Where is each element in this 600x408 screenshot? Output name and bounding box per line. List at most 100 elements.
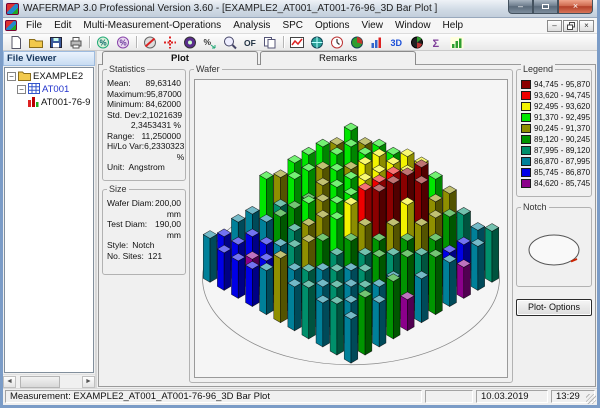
wafer-exclude-icon [144,36,156,48]
menu-window[interactable]: Window [389,19,437,32]
clock-icon [331,36,343,48]
bar-chart-button[interactable] [447,34,467,50]
legend-swatch [521,80,531,89]
wafer-grid-icon [28,82,40,97]
wafer-bar [329,295,345,356]
surface-pie-button[interactable] [407,34,427,50]
main-panel: Plot Remarks Statistics Mean: 89,63140 Max… [97,51,597,388]
legend-swatch [521,168,531,177]
status-bar: Measurement: EXAMPLE2_AT001_AT001-76-96_… [3,388,597,405]
expander-minus-icon[interactable]: − [17,85,26,94]
horizontal-scrollbar[interactable]: ◄ ► [3,374,95,388]
scroll-left-icon[interactable]: ◄ [3,375,16,388]
tab-remarks[interactable]: Remarks [260,51,416,65]
print-icon [70,36,82,48]
menu-multi-measurement-operations[interactable]: Multi-Measurement-Operations [77,19,227,32]
copy-button[interactable] [260,34,280,50]
wafer-percent-green-button[interactable]: % [93,34,113,50]
legend-row: 90,245 - 91,370 [521,123,591,134]
filled-wafer-button[interactable] [180,34,200,50]
maximize-button[interactable] [533,0,558,14]
legend-swatch [521,179,531,188]
open-folder-button[interactable] [26,34,46,50]
row-value: 200,00 mm [155,198,181,219]
wafer-map-icon [311,36,323,48]
of-label-button[interactable]: OF [240,34,260,50]
row-label: Std. Dev: [107,109,142,120]
legend-range-label: 86,870 - 87,995 [534,157,591,166]
percent-arrow-icon: % [204,37,216,48]
application-window: WAFERMAP 3.0 Professional Version 3.60 -… [0,0,600,408]
menu-help[interactable]: Help [437,19,470,32]
wafer-percent-green-icon: % [97,36,109,48]
wafer-bar [470,238,486,291]
legend-row: 87,995 - 89,120 [521,145,590,156]
legend-swatch [521,146,531,155]
toolbar: %%% OF 3D Σ [3,34,597,51]
wafer-3d-plot [202,122,500,366]
expander-minus-icon[interactable]: − [7,72,16,81]
menu-options[interactable]: Options [309,19,355,32]
three-d-plot-button[interactable]: 3D [387,34,407,50]
legend-row: 94,745 - 95,870 [521,79,590,90]
tree-node-at001-76-9[interactable]: AT001-76-9 [7,96,93,109]
statistics-groupbox: Statistics Mean: 89,63140 Maximum: 95,87000… [102,64,186,181]
tree-node-example2[interactable]: − EXAMPLE2 [7,70,93,83]
menu-analysis[interactable]: Analysis [227,19,276,32]
save-file-icon [50,36,62,48]
clock-button[interactable] [327,34,347,50]
size-groupbox: Size Wafer Diam: 200,00 mm Test Diam: 190,0… [102,184,186,275]
mdi-restore-button[interactable] [563,19,578,32]
filled-wafer-icon [184,36,196,48]
percent-arrow-button[interactable]: % [200,34,220,50]
scroll-right-icon[interactable]: ► [82,375,95,388]
menu-file[interactable]: File [20,19,48,32]
mdi-window-controls: – × [547,19,595,32]
row-label: Style: [107,240,129,250]
print-button[interactable] [66,34,86,50]
plot-options-button[interactable]: Plot- Options [516,299,592,316]
wafer-percent-purple-button[interactable]: % [113,34,133,50]
notch-diagram [528,234,580,265]
bar-chart-icon [450,36,464,48]
close-button[interactable]: × [558,0,593,14]
legend-swatch [521,135,531,144]
svg-text:3D: 3D [391,38,403,48]
wafer-exclude-button[interactable] [140,34,160,50]
menu-edit[interactable]: Edit [48,19,77,32]
menu-view[interactable]: View [355,19,389,32]
legend-range-label: 90,245 - 91,370 [534,124,591,133]
status-measurement: Measurement: EXAMPLE2_AT001_AT001-76-96_… [5,390,422,403]
crosshair-button[interactable] [160,34,180,50]
measurement-icon [27,96,39,110]
menu-spc[interactable]: SPC [276,19,309,32]
tree-node-label: AT001 [42,84,70,95]
minimize-button[interactable]: – [508,0,533,14]
zoom-wafer-button[interactable] [220,34,240,50]
wafer-groupbox: Wafer [189,64,513,383]
histogram-button[interactable] [367,34,387,50]
legend-row: 93,620 - 94,745 [521,90,590,101]
trend-chart-button[interactable] [287,34,307,50]
svg-text:Σ: Σ [433,38,440,50]
sigma-stats-button[interactable]: Σ [427,34,447,50]
mdi-close-button[interactable]: × [579,19,594,32]
legend-swatch [521,124,531,133]
legend-range-label: 84,620 - 85,745 [534,179,591,188]
wafer-map-button[interactable] [307,34,327,50]
legend-swatch [521,91,531,100]
row-label: Range: [107,130,135,141]
data-row: Test Diam: 190,00 mm [107,219,181,240]
scrollbar-thumb[interactable] [20,375,60,388]
toolbar-separator [136,36,137,48]
new-document-button[interactable] [6,34,26,50]
toolbar-separator [283,36,284,48]
pie-chart-button[interactable] [347,34,367,50]
tab-plot[interactable]: Plot [102,51,258,65]
statistics-rows: Mean: 89,63140 Maximum: 95,87000 Minimum: 84,… [107,78,184,173]
resize-grip[interactable] [586,394,596,404]
tree-node-at001[interactable]: − AT001 [7,82,93,97]
mdi-minimize-button[interactable]: – [547,19,562,32]
size-rows: Wafer Diam: 200,00 mm Test Diam: 190,00 mm S… [107,198,181,261]
save-file-button[interactable] [46,34,66,50]
